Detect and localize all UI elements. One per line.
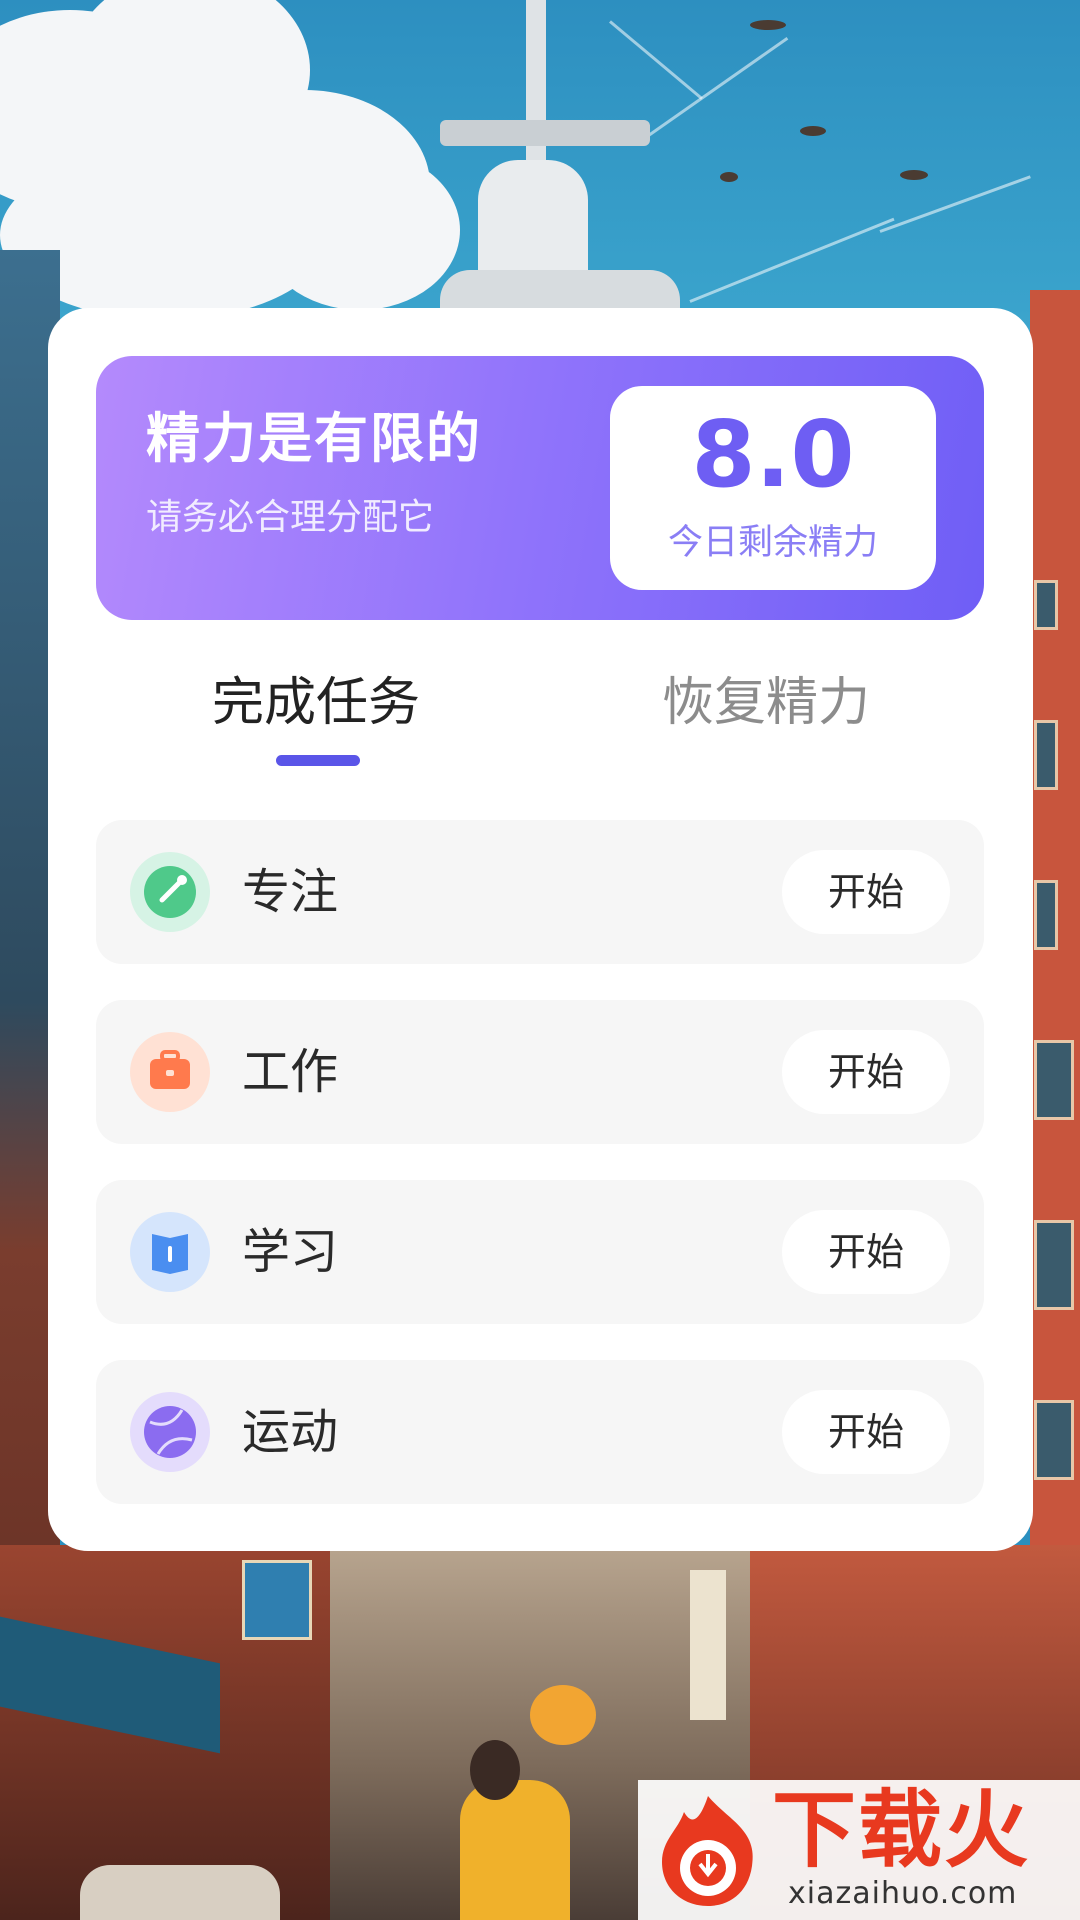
basketball	[530, 1685, 596, 1745]
task-name: 学习	[242, 1224, 339, 1280]
task-item-exercise: 运动 开始	[96, 1360, 984, 1504]
shop-sign	[242, 1560, 312, 1640]
task-item-study: 学习 开始	[96, 1180, 984, 1324]
start-exercise-button[interactable]: 开始	[782, 1390, 950, 1474]
task-item-focus: 专注 开始	[96, 820, 984, 964]
watermark-title: 下载火	[772, 1781, 1031, 1879]
energy-banner: 精力是有限的 请务必合理分配它 8.0 今日剩余精力	[96, 356, 984, 620]
ball-icon	[130, 1392, 210, 1472]
active-tab-indicator	[276, 755, 360, 766]
banner-title: 精力是有限的	[146, 407, 482, 470]
cloud	[260, 150, 460, 310]
focus-icon	[130, 852, 210, 932]
energy-card: 精力是有限的 请务必合理分配它 8.0 今日剩余精力 完成任务 恢复精力 专注 …	[48, 308, 1033, 1551]
tab-bar: 完成任务 恢复精力	[96, 663, 984, 773]
watermark: 下载火 xiazaihuo.com	[638, 1780, 1080, 1920]
flame-logo-icon	[648, 1790, 768, 1910]
car	[80, 1865, 280, 1920]
tower-mast	[526, 0, 546, 180]
shop-sign	[690, 1570, 726, 1720]
building-window	[1034, 1400, 1074, 1480]
bird	[750, 20, 786, 30]
start-study-button[interactable]: 开始	[782, 1210, 950, 1294]
building-window	[1034, 720, 1058, 790]
task-item-work: 工作 开始	[96, 1000, 984, 1144]
person-head	[470, 1740, 520, 1800]
remaining-energy-box: 8.0 今日剩余精力	[610, 386, 936, 590]
remaining-energy-label: 今日剩余精力	[667, 523, 878, 563]
tab-complete-tasks[interactable]: 完成任务	[116, 663, 516, 743]
tower-arm	[440, 120, 650, 146]
task-name: 专注	[242, 864, 339, 920]
building-window	[1034, 580, 1058, 630]
bird	[720, 172, 738, 182]
task-name: 工作	[242, 1044, 339, 1100]
bird	[800, 126, 826, 136]
building-window	[1034, 880, 1058, 950]
briefcase-icon	[130, 1032, 210, 1112]
person	[460, 1780, 570, 1920]
building-window	[1034, 1040, 1074, 1120]
book-icon	[130, 1212, 210, 1292]
start-work-button[interactable]: 开始	[782, 1030, 950, 1114]
building-window	[1034, 1220, 1074, 1310]
remaining-energy-value: 8.0	[691, 401, 855, 508]
start-focus-button[interactable]: 开始	[782, 850, 950, 934]
bird	[900, 170, 928, 180]
watermark-url: xiazaihuo.com	[788, 1876, 1018, 1911]
task-name: 运动	[242, 1404, 339, 1460]
tab-restore-energy[interactable]: 恢复精力	[566, 663, 966, 743]
banner-subtitle: 请务必合理分配它	[146, 497, 435, 538]
